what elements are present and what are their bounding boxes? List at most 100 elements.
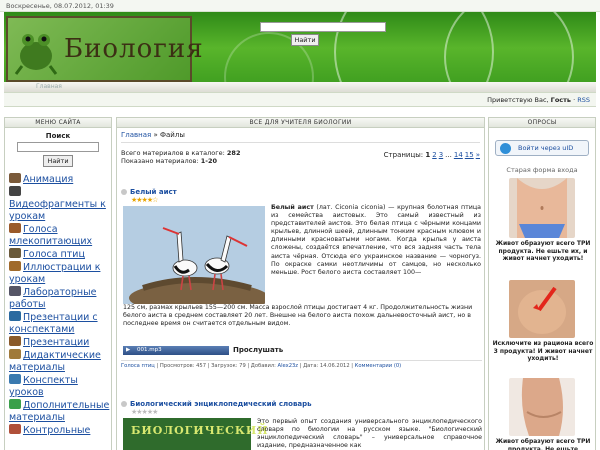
sidebar-menu-item[interactable]: Иллюстрации к урокам — [9, 261, 111, 286]
breadcrumb-separator: » — [151, 131, 160, 139]
count-shown-label: Показано материалов: — [121, 157, 201, 165]
video-camera-icon — [9, 186, 21, 196]
nav-item-home[interactable]: Главная — [36, 83, 62, 90]
sidebar-menu-item[interactable]: Дополнительные материалы — [9, 399, 111, 424]
meta-views-label: Просмотров: — [159, 363, 197, 369]
breadcrumb-current: Файлы — [159, 131, 185, 139]
house-icon — [9, 261, 21, 271]
ad-caption[interactable]: Живот образуют всего ТРИ продукта. Не еш… — [491, 240, 595, 263]
count-shown: 1-20 — [200, 157, 218, 165]
meta-views: 457 — [196, 363, 207, 369]
sidebar-menu-item-label: Голоса птиц — [23, 249, 85, 260]
sidebar-menu-item[interactable]: Голоса птиц — [9, 248, 111, 261]
cabinet-icon — [9, 349, 21, 359]
page-link[interactable]: 2 — [432, 151, 436, 159]
sidebar-menu-item-label: Лабораторные работы — [9, 287, 97, 310]
sidebar-menu-item-label: Контрольные — [23, 425, 91, 436]
dictionary-cover-image[interactable]: БИОЛОГИЧЕСКИЙ — [123, 418, 268, 450]
sidebar-menu-item[interactable]: Контрольные — [9, 424, 111, 437]
listen-label[interactable]: Прослушать — [233, 346, 283, 354]
sidebar-menu-item-label: Презентации — [23, 337, 90, 348]
meta-category-link[interactable]: Голоса птиц — [121, 363, 155, 369]
ad-image[interactable] — [509, 178, 575, 238]
books-icon — [9, 311, 21, 321]
entry-title: Белый аист — [121, 188, 177, 196]
sidebar-menu-item-label: Иллюстрации к урокам — [9, 262, 101, 285]
rating-stars[interactable]: ★★★★★ — [131, 408, 158, 416]
meta-added-label: Добавил: — [250, 363, 278, 369]
page-next-link[interactable]: » — [476, 151, 480, 159]
sidebar-menu-item[interactable]: Дидактические материалы — [9, 349, 111, 374]
sidebar-menu: Анимация Видеофрагменты к урокам Голоса мл… — [5, 173, 111, 437]
bullet-icon — [121, 401, 127, 407]
sidebar-menu-item[interactable]: Конспекты уроков — [9, 374, 111, 399]
entry-title-link[interactable]: Белый аист — [130, 188, 177, 196]
entry-description-text: (лат. Ciconia ciconia) — крупная болотна… — [271, 204, 481, 276]
sidebar-menu-item[interactable]: Анимация — [9, 173, 111, 186]
page-link[interactable]: 3 — [439, 151, 443, 159]
divider — [121, 142, 480, 143]
header-search-button[interactable]: Найти — [291, 34, 319, 46]
left-sidebar-title: МЕНЮ САЙТА — [5, 118, 111, 128]
right-sidebar-title: ОПРОСЫ — [489, 118, 595, 128]
ad-image[interactable] — [509, 280, 575, 338]
main-content-title: ВСЕ ДЛЯ УЧИТЕЛЯ БИОЛОГИИ — [117, 118, 484, 128]
entry-description-lead: Белый аист — [271, 204, 314, 211]
ad-caption[interactable]: Живот образуют всего ТРИ продукта. Не еш… — [491, 438, 595, 450]
breadcrumb-home-link[interactable]: Главная — [121, 131, 151, 139]
rss-link[interactable]: RSS — [577, 96, 590, 104]
audio-player[interactable]: ▶ 001.mp3 — [123, 346, 229, 355]
sidebar-menu-item-label: Презентации с конспектами — [9, 312, 98, 335]
meta-comments-link[interactable]: Комментарии (0) — [355, 363, 402, 369]
frog-icon — [14, 34, 58, 75]
audio-filename: 001.mp3 — [137, 347, 162, 353]
meta-date: 14.06.2012 — [319, 363, 350, 369]
count-total: 282 — [226, 149, 241, 157]
stork-photo[interactable] — [123, 206, 265, 304]
left-sidebar: МЕНЮ САЙТА Поиск Найти Анимация Видеофраг… — [4, 117, 112, 450]
meta-author-link[interactable]: Alex23z — [278, 363, 298, 369]
page-link[interactable]: 15 — [465, 151, 474, 159]
flask-icon — [9, 424, 21, 434]
entry-title-link[interactable]: Биологический энциклопедический словарь — [130, 400, 312, 408]
top-date-bar: Воскресенье, 08.07.2012, 01:39 — [0, 0, 600, 12]
uid-login-button[interactable]: Войти через uID — [495, 140, 589, 156]
header-search-input[interactable] — [260, 22, 386, 32]
site-logo[interactable]: Биология — [6, 16, 203, 82]
meta-date-label: Дата: — [303, 363, 320, 369]
sidebar-menu-item[interactable]: Видеофрагменты к урокам — [9, 186, 111, 223]
notebook-icon — [9, 374, 21, 384]
page-current: 1 — [425, 151, 431, 159]
ad-image[interactable] — [509, 378, 575, 436]
rating-stars[interactable]: ★★★★☆ — [131, 196, 158, 204]
greeting-bar: Приветствую Вас, Гость · RSS — [4, 92, 596, 107]
main-content: ВСЕ ДЛЯ УЧИТЕЛЯ БИОЛОГИИ Главная » Файлы… — [116, 117, 485, 450]
play-icon[interactable]: ▶ — [126, 346, 130, 355]
greeting-user: Гость — [550, 96, 572, 104]
greeting-prefix: Приветствую Вас, — [487, 96, 551, 104]
main-nav: Главная — [4, 82, 596, 92]
site-title: Биология — [64, 34, 204, 64]
old-login-link[interactable]: Старая форма входа — [489, 166, 595, 174]
breadcrumb: Главная » Файлы — [121, 131, 185, 139]
entry-description: Это первый опыт создания универсального … — [257, 418, 482, 450]
uid-icon — [500, 143, 511, 154]
page-link[interactable]: 14 — [454, 151, 463, 159]
sidebar-search-input[interactable] — [17, 142, 99, 152]
sidebar-search-button[interactable]: Найти — [43, 155, 73, 167]
sidebar-menu-item[interactable]: Презентации — [9, 336, 111, 349]
material-count: Всего материалов в каталоге: 282 Показан… — [121, 149, 240, 165]
sidebar-menu-item[interactable]: Лабораторные работы — [9, 286, 111, 311]
sidebar-menu-item-label: Анимация — [23, 174, 74, 185]
entry-description-continued: 125 см, размах крыльев 155—200 см. Масса… — [123, 304, 473, 328]
sidebar-menu-item[interactable]: Презентации с конспектами — [9, 311, 111, 336]
bullet-icon — [121, 189, 127, 195]
sidebar-menu-item-label: Дидактические материалы — [9, 350, 101, 373]
ad-caption[interactable]: Исключите из рациона всего 3 продукта! И… — [491, 340, 595, 363]
sidebar-search-label: Поиск — [45, 132, 71, 140]
meta-downloads-label: Загрузок: — [211, 363, 240, 369]
pagination: Страницы: 1 2 3... 14 15» — [384, 151, 480, 159]
sidebar-menu-item[interactable]: Голоса млекопитающих — [9, 223, 111, 248]
pagination-label: Страницы: — [383, 151, 426, 159]
site-header: Биология Найти — [4, 12, 596, 92]
